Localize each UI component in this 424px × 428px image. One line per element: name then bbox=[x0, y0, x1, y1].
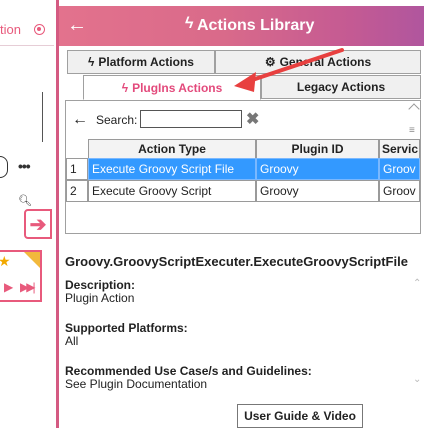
left-divider bbox=[42, 92, 43, 142]
row-number[interactable]: 2 bbox=[66, 180, 88, 202]
table-cell-plugin-id[interactable]: Groovy bbox=[256, 180, 379, 202]
left-strip: tion ••• 🔍︎ ➔ ★ ▶ ▶▶| bbox=[0, 0, 56, 428]
tab-legacy-actions[interactable]: Legacy Actions bbox=[261, 75, 421, 99]
back-arrow-icon[interactable]: ← bbox=[72, 111, 88, 129]
target-icon[interactable] bbox=[34, 24, 45, 35]
usecase-value: See Plugin Documentation bbox=[65, 377, 208, 391]
play-icon[interactable]: ▶ bbox=[4, 280, 13, 294]
tab-label: Platform Actions bbox=[98, 55, 194, 69]
search-bar: ← Search: ✖ ≡ bbox=[66, 101, 420, 137]
collapse-icon[interactable] bbox=[408, 103, 420, 115]
back-arrow-icon[interactable]: ← bbox=[67, 14, 87, 37]
panel-header: ← ϟ Actions Library bbox=[59, 6, 424, 46]
tab-label: General Actions bbox=[279, 55, 372, 69]
left-top-text[interactable]: tion bbox=[0, 22, 21, 37]
column-header-service[interactable]: Servic bbox=[379, 139, 420, 159]
search-icon[interactable]: 🔍︎ bbox=[18, 194, 32, 207]
table-cell-action-type[interactable]: Execute Groovy Script bbox=[88, 180, 256, 202]
actions-library-panel: ← ϟ Actions Library ϟ Platform Actions ⚙… bbox=[56, 0, 424, 428]
action-full-name: Groovy.GroovyScriptExecuter.ExecuteGroov… bbox=[65, 254, 408, 269]
platforms-value: All bbox=[65, 334, 79, 348]
table-cell-service[interactable]: Groov bbox=[379, 158, 420, 180]
tabs-area: ϟ Platform Actions ⚙ General Actions ϟ P… bbox=[59, 46, 424, 100]
clear-icon[interactable]: ✖ bbox=[246, 109, 259, 129]
table-cell-plugin-id[interactable]: Groovy bbox=[256, 158, 379, 180]
tab-platform-actions[interactable]: ϟ Platform Actions bbox=[67, 50, 215, 74]
gear-icon: ⚙ bbox=[264, 55, 276, 69]
star-icon: ★ bbox=[0, 253, 11, 269]
scroll-up-icon[interactable]: ⌃ bbox=[413, 278, 421, 289]
row-number[interactable]: 1 bbox=[66, 158, 88, 180]
more-icon[interactable]: ••• bbox=[18, 158, 31, 174]
tab-label: Legacy Actions bbox=[296, 80, 386, 94]
tab-label: PlugIns Actions bbox=[132, 80, 223, 95]
scroll-down-icon[interactable]: ⌄ bbox=[413, 374, 421, 385]
tab-general-actions[interactable]: ⚙ General Actions bbox=[215, 50, 421, 74]
column-label: Action Type bbox=[138, 142, 206, 156]
arrow-right-icon: ➔ bbox=[29, 213, 47, 236]
column-header-action-type[interactable]: Action Type bbox=[88, 139, 256, 159]
lightning-icon: ϟ bbox=[88, 55, 95, 69]
tab-plugins-actions[interactable]: ϟ PlugIns Actions bbox=[83, 75, 261, 100]
description-value: Plugin Action bbox=[65, 291, 135, 305]
column-header-plugin-id[interactable]: Plugin ID bbox=[256, 139, 379, 159]
actions-grid-container: ← Search: ✖ ≡ Action Type Plugin ID Serv… bbox=[65, 100, 421, 234]
column-label: Plugin ID bbox=[291, 142, 344, 156]
app-root: tion ••• 🔍︎ ➔ ★ ▶ ▶▶| ← ϟ Actions Librar… bbox=[0, 0, 424, 428]
lightning-icon: ϟ bbox=[185, 15, 194, 32]
description-label: Description: bbox=[65, 278, 136, 292]
skip-forward-icon[interactable]: ▶▶| bbox=[20, 280, 35, 294]
platforms-label: Supported Platforms: bbox=[65, 321, 188, 335]
scroll-down-icon[interactable]: ≡ bbox=[409, 125, 415, 136]
panel-title: Actions Library bbox=[197, 17, 315, 34]
action-details: Groovy.GroovyScriptExecuter.ExecuteGroov… bbox=[65, 246, 421, 428]
table-cell-action-type[interactable]: Execute Groovy Script File bbox=[88, 158, 256, 180]
search-label: Search: bbox=[96, 113, 138, 127]
search-input[interactable] bbox=[140, 110, 242, 128]
table-cell-service[interactable]: Groov bbox=[379, 180, 420, 202]
plugin-icon: ϟ bbox=[121, 80, 129, 95]
user-guide-video-button[interactable]: User Guide & Video bbox=[237, 404, 363, 428]
usecase-label: Recommended Use Case/s and Guidelines: bbox=[65, 364, 312, 378]
open-actions-library-button[interactable]: ➔ bbox=[24, 209, 52, 239]
left-toggle-icon[interactable] bbox=[0, 156, 8, 178]
column-label: Servic bbox=[382, 142, 419, 156]
